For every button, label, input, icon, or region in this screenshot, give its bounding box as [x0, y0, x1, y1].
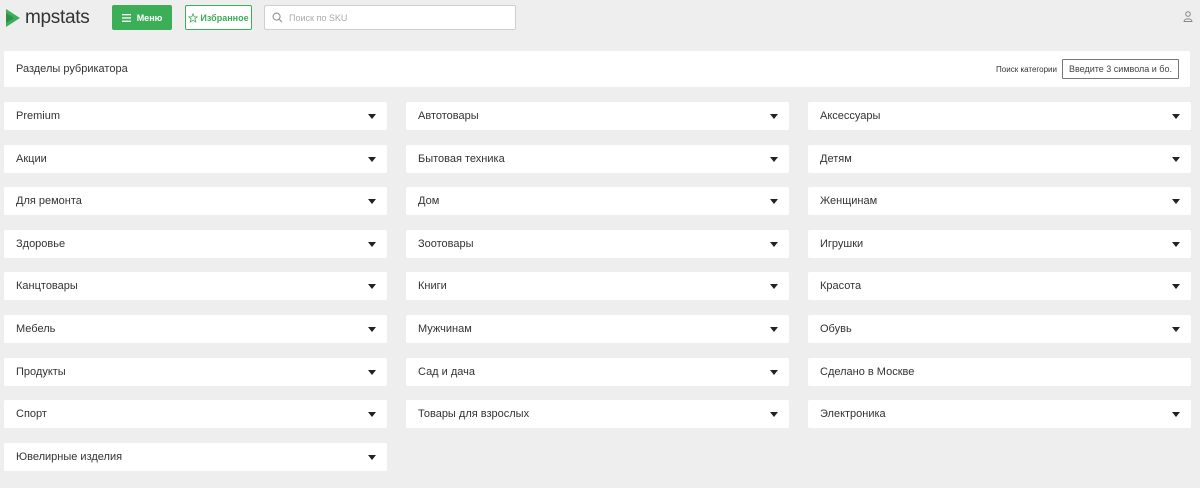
rubricator-header: Разделы рубрикатора Поиск категории [4, 51, 1190, 87]
category-card-yuvelirnye-izdeliya[interactable]: Ювелирные изделия [4, 443, 387, 471]
category-card-zhenshchinam[interactable]: Женщинам [808, 187, 1191, 215]
caret-down-icon [770, 114, 778, 119]
category-card-aktsii[interactable]: Акции [4, 145, 387, 173]
user-icon[interactable] [1183, 11, 1193, 22]
favorites-button-label: Избранное [200, 12, 249, 23]
caret-down-icon [1172, 199, 1180, 204]
category-card-premium[interactable]: Premium [4, 102, 387, 130]
caret-down-icon [770, 199, 778, 204]
caret-down-icon [368, 327, 376, 332]
top-bar: mpstats Меню Избранное [0, 0, 1200, 36]
category-card-tovary-dlya-vzroslykh[interactable]: Товары для взрослых [406, 400, 789, 428]
category-card-produkty[interactable]: Продукты [4, 358, 387, 386]
caret-down-icon [770, 327, 778, 332]
logo-text: mpstats [25, 7, 90, 28]
sku-search-input[interactable] [289, 12, 489, 23]
search-icon [272, 12, 283, 23]
category-label: Спорт [16, 408, 47, 420]
category-card-mebel[interactable]: Мебель [4, 315, 387, 343]
category-label: Сад и дача [418, 366, 476, 378]
category-label: Бытовая техника [418, 153, 505, 165]
category-label: Ювелирные изделия [16, 451, 123, 463]
category-label: Игрушки [820, 238, 864, 250]
caret-down-icon [368, 114, 376, 119]
caret-down-icon [1172, 284, 1180, 289]
hamburger-icon [121, 13, 131, 22]
caret-down-icon [770, 157, 778, 162]
category-card-krasota[interactable]: Красота [808, 272, 1191, 300]
category-label: Автотовары [418, 110, 479, 122]
category-label: Мебель [16, 323, 56, 335]
category-label: Электроника [820, 408, 886, 420]
caret-down-icon [368, 199, 376, 204]
category-label: Детям [820, 153, 852, 165]
logo[interactable]: mpstats [6, 7, 90, 28]
favorites-button[interactable]: Избранное [185, 5, 252, 30]
category-card-muzhchinam[interactable]: Мужчинам [406, 315, 789, 343]
caret-down-icon [1172, 412, 1180, 417]
category-card-zootovary[interactable]: Зоотовары [406, 230, 789, 258]
caret-down-icon [1172, 157, 1180, 162]
category-card-detyam[interactable]: Детям [808, 145, 1191, 173]
category-card-igrushki[interactable]: Игрушки [808, 230, 1191, 258]
caret-down-icon [1172, 327, 1180, 332]
sku-search[interactable] [264, 5, 516, 30]
category-search-label: Поиск категории [996, 65, 1057, 74]
category-label: Для ремонта [16, 195, 82, 207]
caret-down-icon [770, 284, 778, 289]
category-card-dlya-remonta[interactable]: Для ремонта [4, 187, 387, 215]
caret-down-icon [368, 370, 376, 375]
caret-down-icon [770, 370, 778, 375]
category-label: Акции [16, 153, 47, 165]
category-label: Красота [820, 280, 862, 292]
rubricator-title: Разделы рубрикатора [16, 63, 128, 75]
caret-down-icon [368, 412, 376, 417]
category-card-sdelano-v-moskve[interactable]: Сделано в Москве [808, 358, 1191, 386]
category-card-zdorove[interactable]: Здоровье [4, 230, 387, 258]
caret-down-icon [368, 284, 376, 289]
category-label: Женщинам [820, 195, 878, 207]
category-label: Зоотовары [418, 238, 474, 250]
caret-down-icon [1172, 242, 1180, 247]
menu-button-label: Меню [136, 12, 163, 23]
category-card-kantstovary[interactable]: Канцтовары [4, 272, 387, 300]
caret-down-icon [368, 242, 376, 247]
category-card-avtotovary[interactable]: Автотовары [406, 102, 789, 130]
category-label: Мужчинам [418, 323, 472, 335]
category-card-sport[interactable]: Спорт [4, 400, 387, 428]
caret-down-icon [368, 157, 376, 162]
category-label: Здоровье [16, 238, 66, 250]
caret-down-icon [368, 455, 376, 460]
category-card-knigi[interactable]: Книги [406, 272, 789, 300]
menu-button[interactable]: Меню [112, 5, 172, 30]
category-label: Книги [418, 280, 447, 292]
category-card-obuv[interactable]: Обувь [808, 315, 1191, 343]
category-label: Обувь [820, 323, 852, 335]
logo-mark-icon [6, 9, 20, 27]
category-card-sad-i-dacha[interactable]: Сад и дача [406, 358, 789, 386]
category-card-dom[interactable]: Дом [406, 187, 789, 215]
category-card-aksessuary[interactable]: Аксессуары [808, 102, 1191, 130]
category-label: Товары для взрослых [418, 408, 530, 420]
caret-down-icon [770, 242, 778, 247]
category-label: Дом [418, 195, 440, 207]
star-icon [188, 12, 199, 23]
caret-down-icon [770, 412, 778, 417]
category-label: Аксессуары [820, 110, 881, 122]
category-label: Premium [16, 110, 61, 122]
category-card-bytovaya-tekhnika[interactable]: Бытовая техника [406, 145, 789, 173]
category-label: Сделано в Москве [820, 366, 915, 378]
caret-down-icon [1172, 114, 1180, 119]
category-card-elektronika[interactable]: Электроника [808, 400, 1191, 428]
category-search-input[interactable] [1062, 59, 1179, 79]
category-label: Канцтовары [16, 280, 78, 292]
category-label: Продукты [16, 366, 66, 378]
